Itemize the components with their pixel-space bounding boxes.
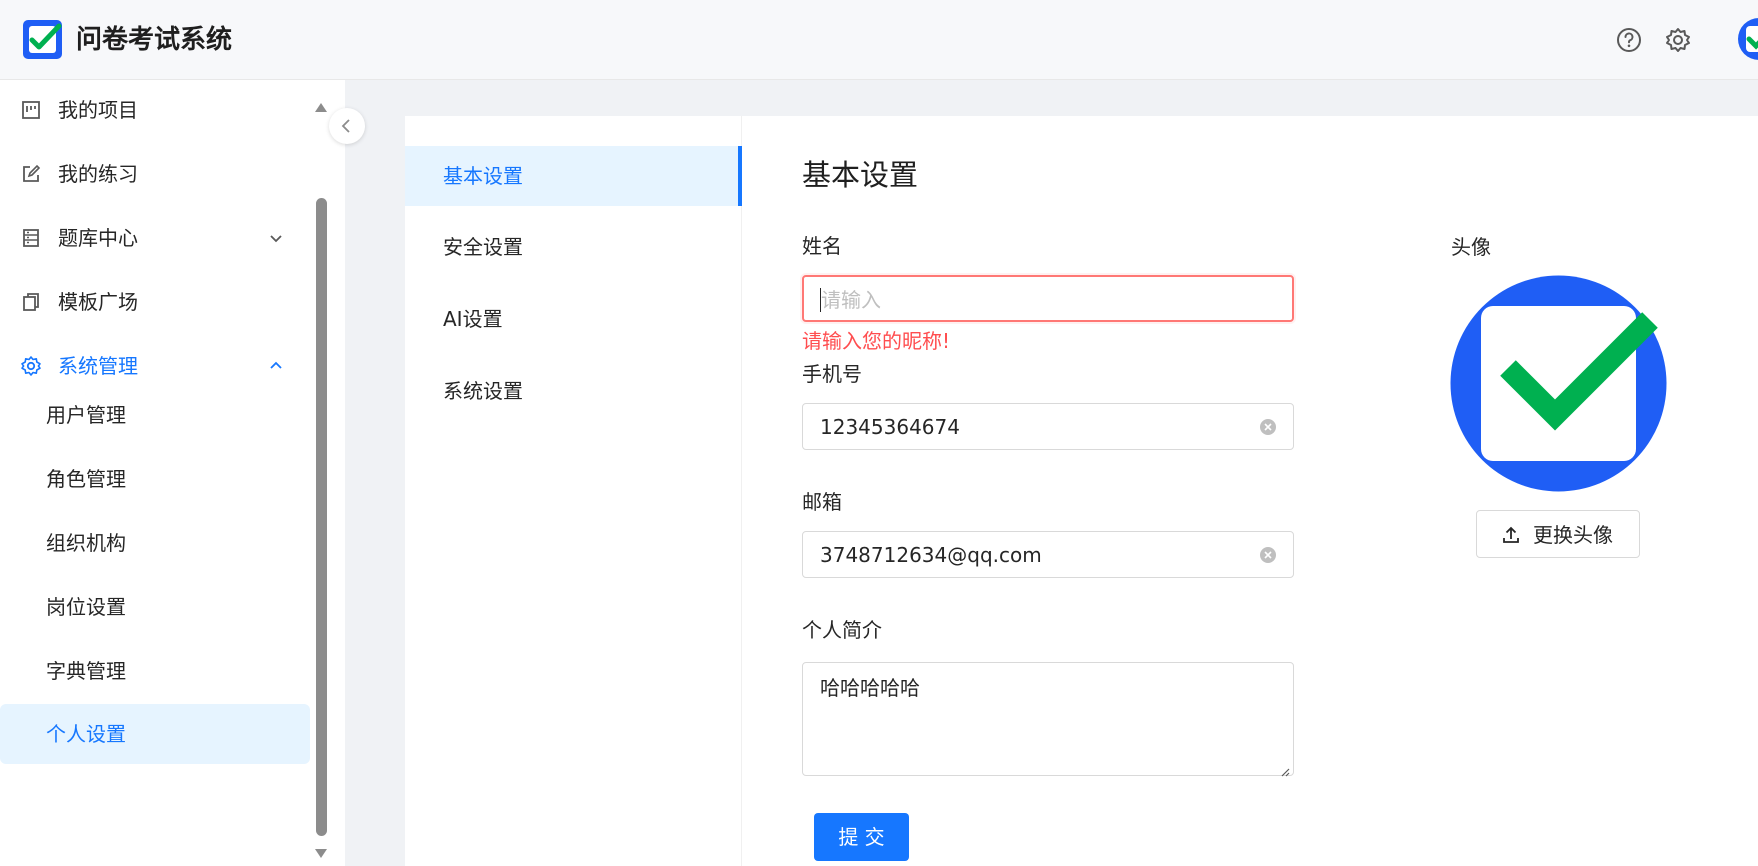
settings-tab-label: 基本设置 [443, 164, 523, 188]
chevron-left-icon [341, 119, 350, 133]
change-avatar-button[interactable]: 更换头像 [1476, 510, 1640, 558]
scroll-down-arrow-icon[interactable] [314, 845, 328, 858]
sidebar-item-label: 组织机构 [46, 531, 126, 555]
sidebar-item-position-settings[interactable]: 岗位设置 [0, 577, 310, 637]
sidebar-item-label: 个人设置 [46, 722, 126, 746]
sidebar: 我的项目 我的练习 题库中心 模板广场 系统管理 用户管理 角色管理 组织机构 … [0, 80, 345, 866]
settings-tab-label: AI设置 [443, 307, 503, 331]
database-icon [20, 227, 42, 249]
name-label: 姓名 [802, 234, 842, 258]
copy-icon [20, 291, 42, 313]
submit-button[interactable]: 提 交 [814, 813, 909, 861]
form-title: 基本设置 [802, 158, 919, 192]
chevron-down-icon [268, 230, 284, 246]
sidebar-item-label: 系统管理 [58, 354, 138, 378]
sidebar-item-question-bank[interactable]: 题库中心 [0, 208, 310, 268]
sidebar-item-template-square[interactable]: 模板广场 [0, 272, 310, 332]
bio-textarea[interactable]: 哈哈哈哈哈 [802, 662, 1294, 777]
profile-avatar-image [1450, 275, 1667, 492]
sidebar-item-dictionary[interactable]: 字典管理 [0, 641, 310, 701]
sidebar-item-role-management[interactable]: 角色管理 [0, 449, 310, 509]
upload-icon [1501, 525, 1521, 545]
settings-tab-label: 系统设置 [443, 379, 523, 403]
sidebar-item-label: 用户管理 [46, 403, 126, 427]
clear-circle-icon[interactable] [1259, 418, 1277, 436]
email-value: 3748712634@qq.com [820, 543, 1042, 567]
email-input[interactable]: 3748712634@qq.com [802, 531, 1294, 578]
sidebar-scrollbar-thumb[interactable] [316, 198, 327, 836]
clear-circle-icon[interactable] [1259, 546, 1277, 564]
phone-input[interactable]: 12345364674 [802, 403, 1294, 450]
collapse-sidebar-button[interactable] [329, 108, 365, 144]
question-circle-icon[interactable] [1615, 26, 1643, 54]
gear-icon[interactable] [1664, 26, 1692, 54]
sidebar-item-label: 模板广场 [58, 290, 138, 314]
scroll-up-arrow-icon[interactable] [314, 98, 328, 112]
name-error-message: 请输入您的昵称! [802, 329, 951, 353]
sidebar-item-user-management[interactable]: 用户管理 [0, 385, 310, 445]
name-input[interactable]: 请输入 [802, 275, 1294, 322]
phone-value: 12345364674 [820, 415, 960, 439]
sidebar-item-organization[interactable]: 组织机构 [0, 513, 310, 573]
sidebar-item-label: 我的项目 [58, 98, 138, 122]
bio-label: 个人简介 [802, 618, 882, 642]
sidebar-item-label: 角色管理 [46, 467, 126, 491]
settings-tab-ai[interactable]: AI设置 [405, 289, 742, 349]
name-placeholder: 请输入 [821, 288, 881, 312]
sidebar-item-label: 我的练习 [58, 162, 138, 186]
resize-handle-icon[interactable] [1280, 762, 1290, 777]
app-logo-icon [21, 18, 64, 61]
app-title: 问卷考试系统 [76, 25, 233, 55]
sidebar-item-personal-settings[interactable]: 个人设置 [0, 704, 310, 764]
user-avatar[interactable] [1737, 17, 1758, 61]
phone-label: 手机号 [802, 362, 862, 386]
avatar-label: 头像 [1451, 235, 1491, 259]
sidebar-item-label: 题库中心 [58, 226, 138, 250]
project-icon [20, 99, 42, 121]
change-avatar-label: 更换头像 [1533, 523, 1613, 547]
sidebar-item-label: 岗位设置 [46, 595, 126, 619]
sidebar-item-my-projects[interactable]: 我的项目 [0, 80, 310, 140]
settings-tab-system[interactable]: 系统设置 [405, 361, 742, 421]
sidebar-item-my-practice[interactable]: 我的练习 [0, 144, 310, 204]
settings-tab-label: 安全设置 [443, 235, 523, 259]
gear-icon [20, 355, 42, 377]
settings-tab-security[interactable]: 安全设置 [405, 217, 742, 277]
chevron-up-icon [268, 358, 284, 374]
sidebar-item-label: 字典管理 [46, 659, 126, 683]
edit-icon [20, 163, 42, 185]
top-header: 问卷考试系统 [0, 0, 1758, 80]
settings-nav: 基本设置 安全设置 AI设置 系统设置 [405, 116, 742, 866]
settings-tab-basic[interactable]: 基本设置 [405, 146, 742, 206]
email-label: 邮箱 [802, 490, 842, 514]
bio-value: 哈哈哈哈哈 [820, 676, 920, 700]
